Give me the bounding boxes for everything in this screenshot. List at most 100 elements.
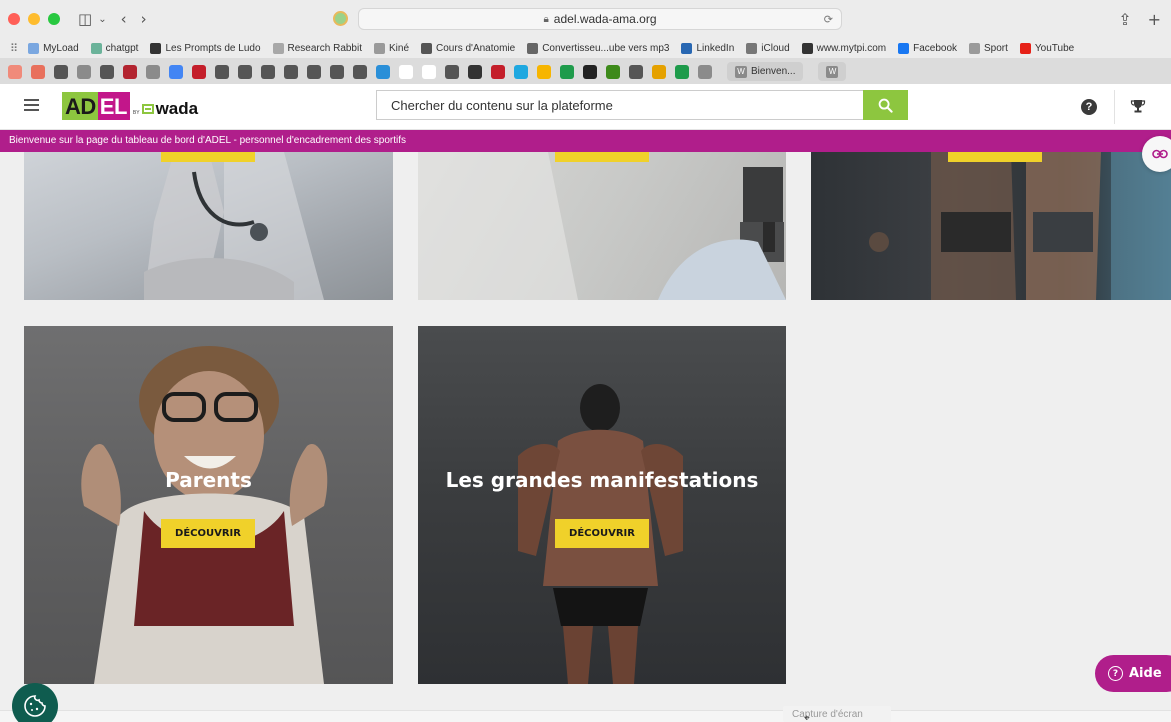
favorite-les-prompts-de-ludo[interactable]: Les Prompts de Ludo xyxy=(150,42,261,54)
tab-favicon-icon[interactable] xyxy=(215,64,229,79)
favorite-label: Convertisseu...ube vers mp3 xyxy=(542,42,670,54)
search-button[interactable] xyxy=(863,90,908,120)
search-icon xyxy=(878,98,893,113)
tab-favicon-icon[interactable] xyxy=(307,64,321,79)
favorite-cours-d-anatomie[interactable]: Cours d'Anatomie xyxy=(421,42,516,54)
card-top-middle[interactable] xyxy=(418,152,786,300)
link-icon xyxy=(1152,149,1168,159)
favorite-www-mytpi-com[interactable]: www.mytpi.com xyxy=(801,42,887,54)
favicon-icon xyxy=(90,42,102,54)
favicon-icon xyxy=(681,42,693,54)
tab-favicon-icon[interactable] xyxy=(77,64,91,79)
discover-button[interactable]: DÉCOUVRIR xyxy=(161,519,255,548)
tab-favicon-icon[interactable] xyxy=(353,64,367,79)
chevron-down-icon[interactable]: ⌄ xyxy=(98,14,106,25)
tab-favicon-icon[interactable] xyxy=(583,64,597,79)
favicon-icon xyxy=(527,42,539,54)
maximize-window-button[interactable] xyxy=(48,13,60,25)
tab-favicon-icon[interactable] xyxy=(698,64,712,79)
reload-icon[interactable]: ⟳ xyxy=(824,13,833,26)
favorite-label: Research Rabbit xyxy=(287,42,362,54)
favorite-chatgpt[interactable]: chatgpt xyxy=(90,42,138,54)
tab-favicon-icon[interactable] xyxy=(284,64,298,79)
favorite-myload[interactable]: MyLoad xyxy=(28,42,79,54)
card-parents[interactable]: Parents DÉCOUVRIR xyxy=(24,326,393,684)
favorite-sport[interactable]: Sport xyxy=(969,42,1008,54)
menu-icon[interactable] xyxy=(24,99,39,111)
aide-button[interactable]: ? Aide xyxy=(1095,655,1171,692)
card-image-doctor xyxy=(144,152,324,300)
tab-favicon-icon[interactable] xyxy=(491,64,505,79)
card-grandes-manifestations[interactable]: Les grandes manifestations DÉCOUVRIR xyxy=(418,326,786,684)
favorite-icloud[interactable]: iCloud xyxy=(746,42,790,54)
favorite-label: www.mytpi.com xyxy=(816,42,887,54)
share-icon[interactable]: ⇪ xyxy=(1118,10,1131,29)
new-tab-icon[interactable]: + xyxy=(1148,10,1161,29)
tab-favicon-icon[interactable] xyxy=(261,64,275,79)
card-top-right-button-stub[interactable] xyxy=(948,152,1042,162)
tab-favicon-icon[interactable] xyxy=(330,64,344,79)
grid-icon[interactable]: ⠿ xyxy=(10,42,18,55)
aide-label: Aide xyxy=(1129,666,1162,681)
close-window-button[interactable] xyxy=(8,13,20,25)
tab-active[interactable]: W Bienven... xyxy=(727,62,804,81)
favorite-label: YouTube xyxy=(1034,42,1075,54)
logo-adel-right: EL xyxy=(97,92,130,120)
tab-favicon-icon[interactable] xyxy=(192,64,206,79)
address-bar[interactable]: 🔒︎ adel.wada-ama.org ⟳ xyxy=(358,8,842,30)
tab-favicon-icon[interactable] xyxy=(8,64,22,79)
tab-favicon-icon[interactable] xyxy=(445,64,459,79)
tab-favicon-icon[interactable] xyxy=(123,64,137,79)
favorite-youtube[interactable]: YouTube xyxy=(1019,42,1075,54)
tab-last[interactable]: W xyxy=(818,62,847,81)
privacy-shield-icon[interactable] xyxy=(333,11,348,26)
tab-favicon-icon[interactable] xyxy=(422,64,436,79)
toolbar-right: ⇪ + xyxy=(1118,10,1161,29)
tab-favicon-icon[interactable] xyxy=(652,64,666,79)
cookie-settings-button[interactable] xyxy=(12,683,58,722)
discover-button[interactable]: DÉCOUVRIR xyxy=(555,519,649,548)
tab-favicon-icon[interactable] xyxy=(675,64,689,79)
search-input[interactable] xyxy=(376,90,863,120)
tab-favicon-icon[interactable] xyxy=(514,64,528,79)
card-top-left-button-stub[interactable] xyxy=(161,152,255,162)
card-top-left[interactable] xyxy=(24,152,393,300)
tab-favicon-icon[interactable] xyxy=(54,64,68,79)
tab-favicon-icon[interactable] xyxy=(560,64,574,79)
help-icon[interactable]: ? xyxy=(1081,99,1097,115)
tab-favicon-icon[interactable] xyxy=(629,64,643,79)
card-top-middle-button-stub[interactable] xyxy=(555,152,649,162)
favorite-convertisseu-ube-vers-mp3[interactable]: Convertisseu...ube vers mp3 xyxy=(527,42,670,54)
tab-favicon-icon: W xyxy=(735,65,747,78)
favicon-icon xyxy=(272,42,284,54)
tab-favicon-icon[interactable] xyxy=(31,64,45,79)
card-top-right[interactable] xyxy=(811,152,1171,300)
tab-favicon-icon[interactable] xyxy=(537,64,551,79)
tab-favicon-icon[interactable] xyxy=(606,64,620,79)
favorite-kin[interactable]: Kiné xyxy=(374,42,409,54)
logo-wada-text: wada xyxy=(155,99,199,118)
trophy-icon[interactable] xyxy=(1130,98,1146,114)
tab-favicon-icon[interactable] xyxy=(468,64,482,79)
favorite-research-rabbit[interactable]: Research Rabbit xyxy=(272,42,362,54)
cookie-icon xyxy=(24,695,46,717)
tab-favicon-icon[interactable] xyxy=(169,64,183,79)
tab-favicon-icon[interactable] xyxy=(100,64,114,79)
favorite-label: Cours d'Anatomie xyxy=(436,42,516,54)
favicon-icon xyxy=(1019,42,1031,54)
favicon-icon xyxy=(801,42,813,54)
link-button[interactable] xyxy=(1142,136,1171,172)
favorite-linkedin[interactable]: LinkedIn xyxy=(681,42,734,54)
adel-wada-logo[interactable]: AD EL BY wada xyxy=(62,92,198,120)
favorite-facebook[interactable]: Facebook xyxy=(898,42,957,54)
tab-favicon-icon[interactable] xyxy=(376,64,390,79)
forward-icon[interactable]: › xyxy=(141,10,147,28)
sidebar-icon[interactable]: ◫ xyxy=(78,10,92,28)
welcome-banner: Bienvenue sur la page du tableau de bord… xyxy=(0,130,1171,152)
minimize-window-button[interactable] xyxy=(28,13,40,25)
window-controls xyxy=(8,13,60,25)
back-icon[interactable]: ‹ xyxy=(121,10,127,28)
tab-favicon-icon[interactable] xyxy=(146,64,160,79)
tab-favicon-icon[interactable] xyxy=(399,64,413,79)
tab-favicon-icon[interactable] xyxy=(238,64,252,79)
